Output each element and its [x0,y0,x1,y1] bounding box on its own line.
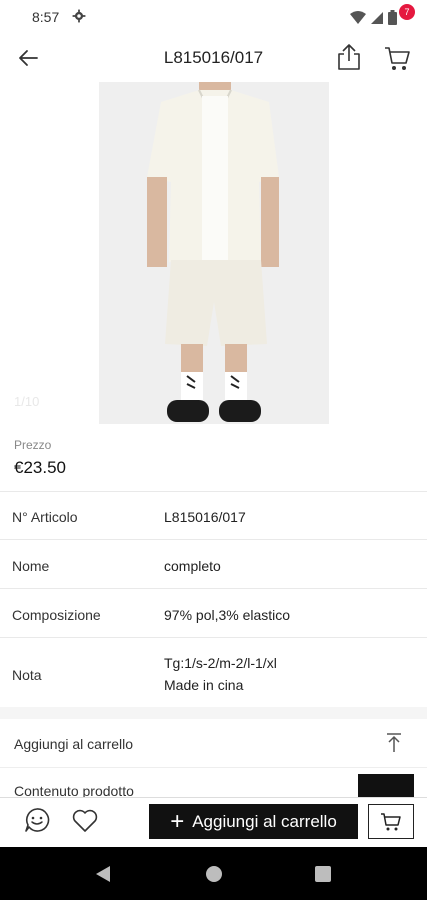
detail-value: completo [164,558,221,574]
price-value: €23.50 [14,458,66,477]
product-photo[interactable] [99,82,329,424]
scroll-to-top-icon[interactable] [385,733,403,753]
product-content-section[interactable]: Contenuto prodotto [0,767,427,797]
product-gallery[interactable]: 1/10 [0,82,427,424]
battery-icon [388,10,397,25]
detail-row-composition: Composizione 97% pol,3% elastico [0,588,427,637]
wifi-icon [350,10,366,24]
system-nav-bar [0,847,427,900]
add-to-cart-button-label: Aggiungi al carrello [192,811,337,831]
bottom-action-bar: + Aggiungi al carrello [0,797,427,847]
nav-recent-apps-icon[interactable] [315,866,331,882]
gear-icon [72,9,86,23]
cart-icon [381,812,401,830]
add-to-cart-section[interactable]: Aggiungi al carrello [0,719,427,767]
detail-label: Nome [12,558,50,574]
section-separator [0,707,427,719]
detail-row-note: Nota Tg:1/s-2/m-2/l-1/xl Made in cina [0,637,427,707]
add-to-cart-section-label: Aggiungi al carrello [14,736,134,752]
product-image [99,82,329,424]
share-icon[interactable] [336,43,362,71]
app-bar: L815016/017 [0,34,427,82]
detail-label: Composizione [12,607,101,623]
gallery-pager: 1/10 [14,394,40,409]
nav-home-icon[interactable] [206,866,222,882]
signal-icon [371,11,383,24]
go-to-cart-button[interactable] [368,804,414,839]
price-label: Prezzo [14,438,52,452]
page-title: L815016/017 [163,48,264,67]
dark-action-button[interactable] [358,774,414,797]
status-bar: 8:57 [0,0,427,34]
heart-icon[interactable] [72,809,98,833]
cart-count-badge: 7 [399,4,415,20]
detail-row-article-number: N° Articolo L815016/017 [0,491,427,539]
plus-icon: + [170,807,185,835]
detail-row-name: Nome completo [0,539,427,588]
product-content-label: Contenuto prodotto [14,783,134,797]
status-icons [350,10,397,25]
detail-value: 97% pol,3% elastico [164,607,291,623]
detail-value-line1: Tg:1/s-2/m-2/l-1/xl [164,655,277,671]
nav-back-icon[interactable] [95,865,111,883]
chat-icon[interactable] [24,807,50,833]
detail-value: L815016/017 [164,509,246,525]
detail-label: Nota [12,667,42,683]
cart-icon[interactable] [383,44,411,72]
detail-value-line2: Made in cina [164,677,244,693]
add-to-cart-button[interactable]: + Aggiungi al carrello [149,804,358,839]
status-time: 8:57 [32,9,60,25]
detail-label: N° Articolo [12,509,78,525]
